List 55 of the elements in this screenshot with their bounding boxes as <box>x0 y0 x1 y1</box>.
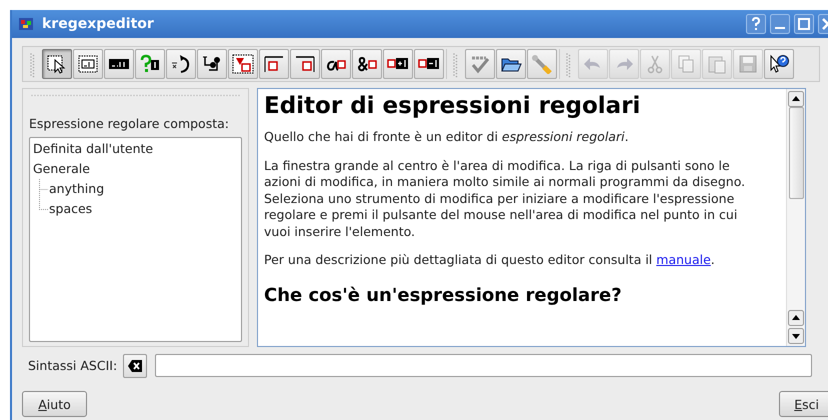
spellcheck-icon <box>469 54 491 74</box>
document-title: Editor di espressioni regolari <box>264 93 640 119</box>
line-end-icon <box>294 54 316 74</box>
ascii-syntax-label: Sintassi ASCII: <box>28 358 118 373</box>
selection-icon <box>232 54 254 74</box>
text-field-icon <box>77 54 99 74</box>
toolbar-button[interactable] <box>383 49 413 79</box>
cursor-icon <box>46 54 68 74</box>
toolbar-button[interactable] <box>414 49 444 79</box>
ampersand-icon <box>356 54 378 74</box>
help-cursor-icon <box>768 54 790 74</box>
paragraph: Per una descrizione più dettagliata di questo editor consulta il manuale. <box>264 252 715 268</box>
toolbar-button[interactable] <box>73 49 103 79</box>
toolbar-button[interactable] <box>321 49 351 79</box>
exit-button[interactable]: Esci <box>779 391 828 417</box>
toolbar-button[interactable] <box>496 49 526 79</box>
minimize-icon[interactable] <box>770 14 790 34</box>
window-title: kregexpeditor <box>42 16 155 32</box>
scroll-up-icon[interactable] <box>788 310 804 326</box>
toolbar-button[interactable] <box>135 49 165 79</box>
tree-item[interactable]: spaces <box>49 199 92 219</box>
section-heading: Che cos'è un'espressione regolare? <box>264 284 622 306</box>
paragraph: Quello che hai di fronte è un editor di espressioni regolari. <box>264 129 629 146</box>
scrollbar-thumb[interactable] <box>788 107 804 199</box>
paragraph: La finestra grande al centro è l'area di modifica. La riga di pulsanti sono le azioni di modifica, in maniera molto simile ai normali programmi da disegno. Seleziona uno strumento di modifica per iniziare a modificare l'espressione regolare e premi il pulsante del mouse nell'area di modifica nel punto in cui vuoi inserire l'elemento. <box>264 158 746 240</box>
ascii-syntax-field[interactable] <box>155 354 812 377</box>
app-icon <box>18 16 34 32</box>
toolbar-button[interactable] <box>228 49 258 79</box>
toolbar-button[interactable] <box>259 49 289 79</box>
scroll-up-icon[interactable] <box>788 91 804 107</box>
repeat-icon <box>170 54 192 74</box>
tree-item[interactable]: anything <box>49 179 104 199</box>
help-icon[interactable] <box>746 14 766 34</box>
scroll-down-icon[interactable] <box>788 328 804 344</box>
clear-icon <box>127 358 144 372</box>
manual-link[interactable]: manuale <box>656 252 711 267</box>
question-icon <box>139 54 161 74</box>
tree-item[interactable]: Generale <box>33 159 90 179</box>
toolbar-button[interactable] <box>166 49 196 79</box>
toolbar-button[interactable] <box>42 49 72 79</box>
paste-icon <box>706 54 728 74</box>
maximize-icon[interactable] <box>794 14 814 34</box>
save-icon <box>737 54 759 74</box>
toolbar-button[interactable] <box>764 49 794 79</box>
toolbar-button[interactable] <box>290 49 320 79</box>
branch-icon <box>201 54 223 74</box>
clear-button[interactable] <box>123 354 148 378</box>
toolbar-button[interactable] <box>197 49 227 79</box>
toolbar-button[interactable] <box>104 49 134 79</box>
wrench-icon <box>531 54 553 74</box>
tree-item[interactable]: Definita dall'utente <box>33 139 154 159</box>
line-start-icon <box>263 54 285 74</box>
panel-label: Espressione regolare composta: <box>29 116 230 131</box>
help-button[interactable]: Aiuto <box>22 391 87 417</box>
toolbar-button[interactable] <box>352 49 382 79</box>
